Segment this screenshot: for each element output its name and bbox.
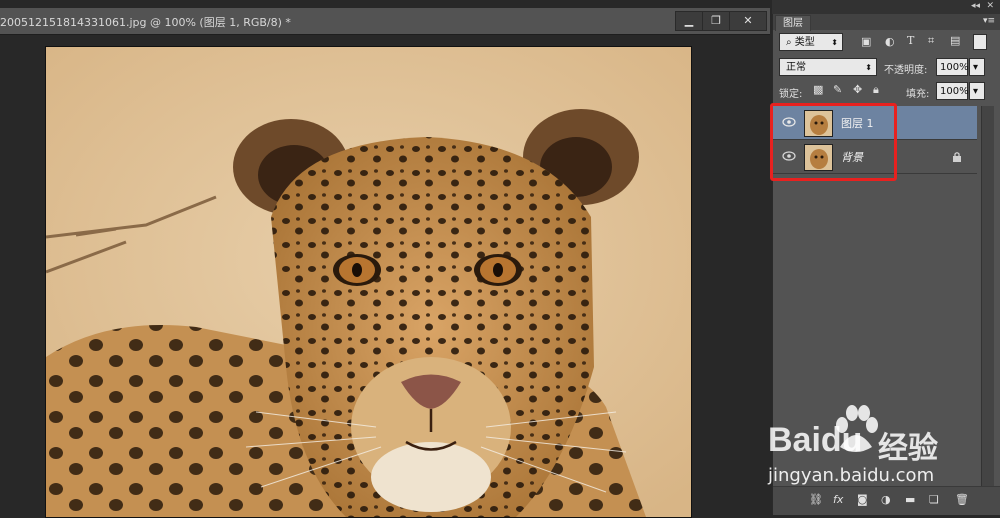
panel-tabbar: 图层 ▾≡ [773, 14, 1000, 31]
lock-icon [953, 152, 961, 162]
minimize-button[interactable]: ▁ [675, 11, 703, 31]
search-icon: ⌕ [786, 37, 795, 48]
watermark-brand-cn: 经验 [878, 431, 938, 466]
document-tab[interactable]: 200512151814331061.jpg @ 100% (图层 1, RGB… [0, 8, 770, 35]
opacity-input[interactable]: 100% [936, 58, 969, 76]
filter-pixel-icon[interactable]: ▣ [861, 35, 871, 48]
baidu-watermark: Baidu 经验 jingyan.baidu.com [766, 405, 996, 495]
filter-smart-object-icon[interactable]: ▤ [950, 34, 960, 47]
filter-kind-select[interactable]: ⌕ 类型 ⬍ [779, 33, 843, 51]
lock-transparent-icon[interactable]: ▩ [813, 83, 823, 96]
fill-arrow-icon[interactable]: ▾ [969, 82, 985, 100]
blend-mode-value: 正常 [786, 62, 806, 73]
tab-layers[interactable]: 图层 [775, 15, 811, 31]
panel-menu-icon[interactable]: ▾≡ [983, 16, 995, 26]
opacity-arrow-icon[interactable]: ▾ [969, 58, 985, 76]
lock-image-icon[interactable]: ✎ [833, 83, 842, 96]
filter-shape-icon[interactable]: ⌗ [928, 34, 934, 48]
watermark-url: jingyan.baidu.com [768, 465, 935, 486]
lock-label: 锁定: [779, 89, 803, 100]
panel-close-icon[interactable]: ✕ [986, 1, 994, 11]
dropdown-arrow-icon: ⬍ [865, 63, 872, 72]
dropdown-arrow-icon: ⬍ [831, 38, 838, 47]
leopard-image[interactable] [45, 46, 692, 518]
fill-input[interactable]: 100% [936, 82, 969, 100]
highlight-box [770, 103, 897, 181]
filter-adjustment-icon[interactable]: ◐ [885, 35, 895, 48]
filter-type-icon[interactable]: T [907, 34, 914, 47]
restore-button[interactable]: ❐ [702, 11, 730, 31]
filter-kind-label: 类型 [794, 37, 815, 48]
paw-icon [836, 405, 878, 452]
canvas-area[interactable] [0, 35, 770, 518]
fill-label: 填充: [906, 89, 930, 100]
blend-mode-select[interactable]: 正常 ⬍ [779, 58, 877, 76]
document-title: 200512151814331061.jpg @ 100% (图层 1, RGB… [0, 16, 291, 29]
collapse-icon[interactable]: ◂◂ [971, 1, 980, 11]
filter-toggle[interactable] [973, 34, 987, 50]
opacity-label: 不透明度: [884, 65, 928, 76]
lock-position-icon[interactable]: ✥ [853, 83, 862, 96]
close-button[interactable]: ✕ [729, 11, 767, 31]
lock-all-icon[interactable]: 🔒︎ [873, 83, 879, 97]
panel-collapse-bar[interactable]: ◂◂ ✕ [772, 0, 1000, 14]
